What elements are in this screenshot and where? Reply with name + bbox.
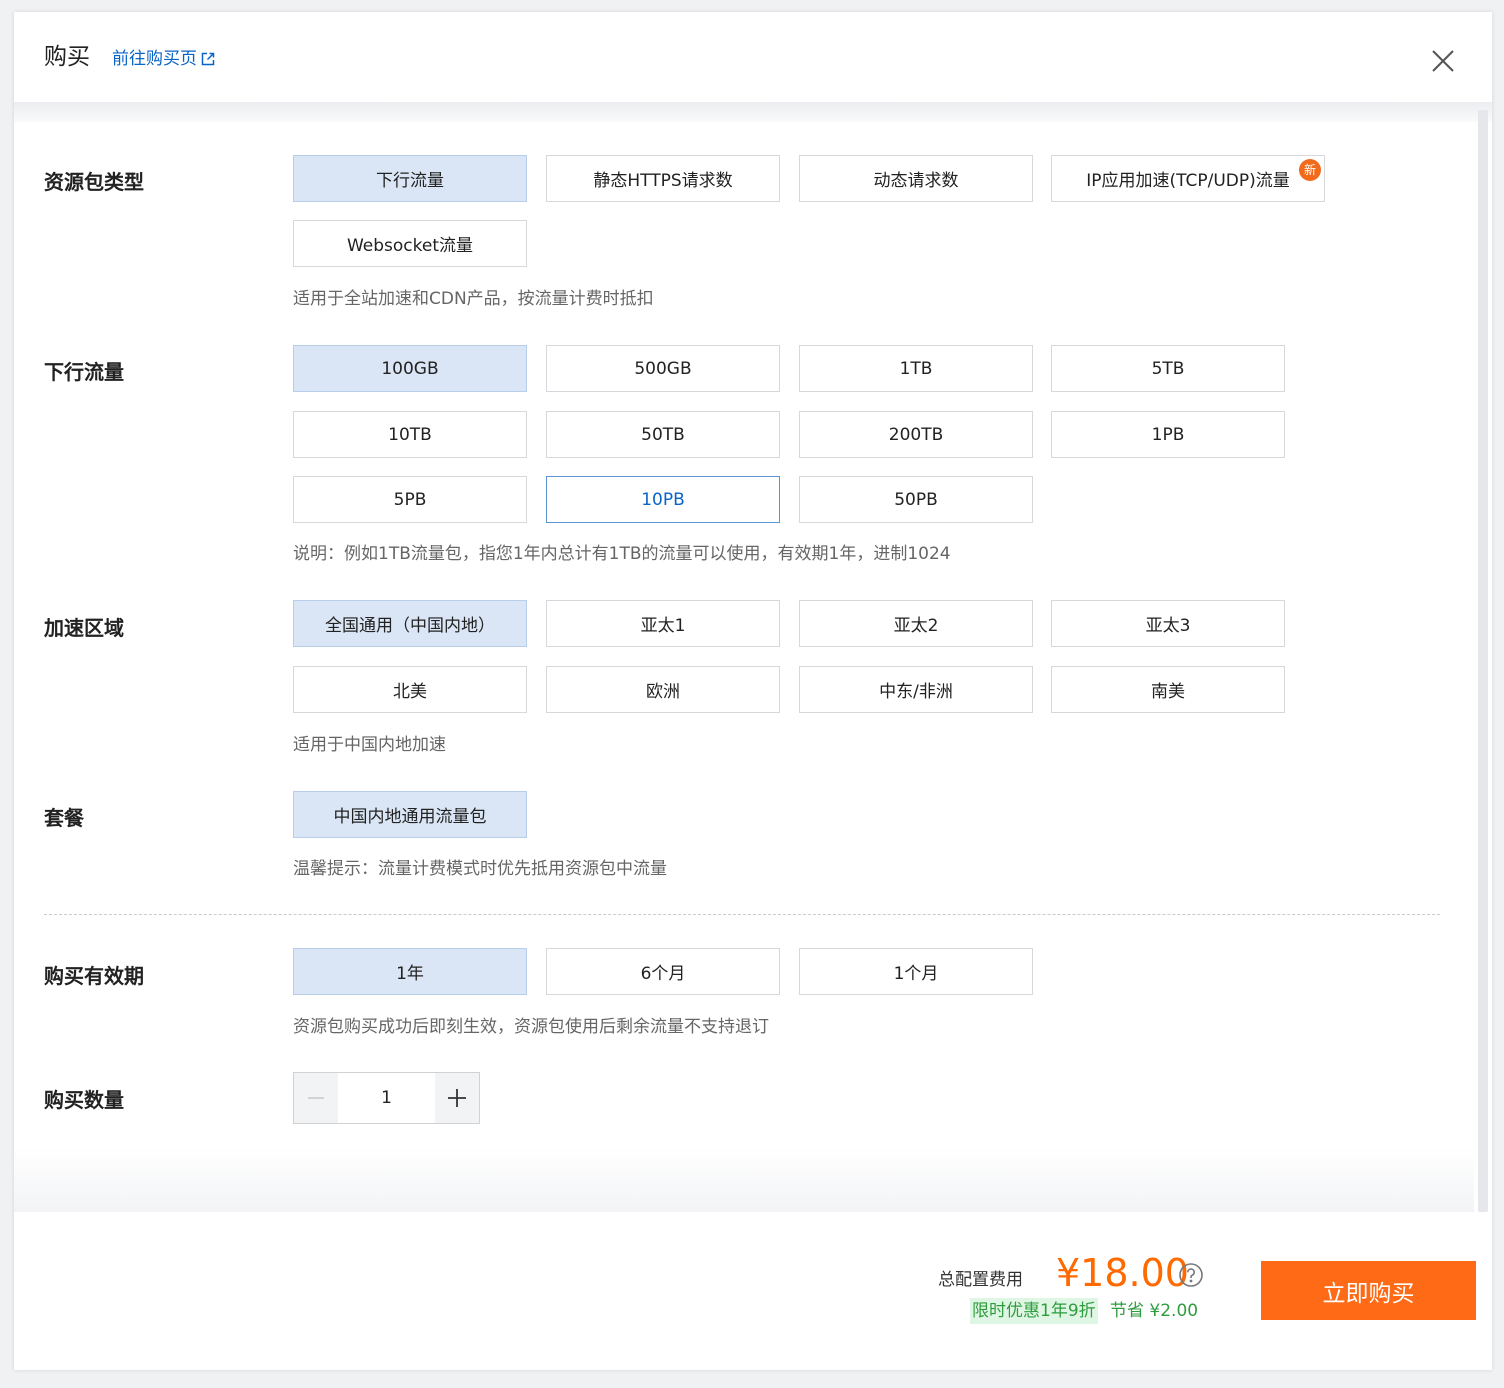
option-traffic-1tb[interactable]: 1TB bbox=[799, 345, 1033, 392]
resource-type-label: 资源包类型 bbox=[44, 170, 144, 194]
package-hint: 温馨提示：流量计费模式时优先抵用资源包中流量 bbox=[293, 859, 667, 879]
option-label: 欧洲 bbox=[646, 682, 680, 702]
option-traffic-200tb[interactable]: 200TB bbox=[799, 411, 1033, 458]
option-region-apac1[interactable]: 亚太1 bbox=[546, 600, 780, 647]
option-duration-1-month[interactable]: 1个月 bbox=[799, 948, 1033, 995]
total-fee-label: 总配置费用 bbox=[938, 1270, 1023, 1290]
option-label: 5TB bbox=[1151, 358, 1185, 379]
option-label: 中国内地通用流量包 bbox=[333, 807, 487, 827]
content-scrollbar[interactable] bbox=[1478, 110, 1488, 1212]
option-label: 下行流量 bbox=[376, 171, 444, 191]
option-resource-dynamic-requests[interactable]: 动态请求数 bbox=[799, 155, 1033, 202]
option-label: 北美 bbox=[393, 682, 427, 702]
option-package-mainland-traffic[interactable]: 中国内地通用流量包 bbox=[293, 791, 527, 838]
dialog-footer: 总配置费用 ¥18.00 限时优惠1年9折 节省 ¥2.00 立即购买 bbox=[14, 1212, 1492, 1370]
option-region-middle-east-africa[interactable]: 中东/非洲 bbox=[799, 666, 1033, 713]
option-traffic-1pb[interactable]: 1PB bbox=[1051, 411, 1285, 458]
option-resource-websocket[interactable]: Websocket流量 bbox=[293, 220, 527, 267]
option-region-apac3[interactable]: 亚太3 bbox=[1051, 600, 1285, 647]
option-traffic-500gb[interactable]: 500GB bbox=[546, 345, 780, 392]
option-label: 200TB bbox=[888, 424, 944, 445]
total-price: ¥18.00 bbox=[1056, 1251, 1189, 1295]
option-traffic-10pb[interactable]: 10PB bbox=[546, 476, 780, 523]
option-traffic-50tb[interactable]: 50TB bbox=[546, 411, 780, 458]
package-label: 套餐 bbox=[44, 806, 84, 830]
option-label: 100GB bbox=[381, 358, 439, 379]
dialog-title: 购买 bbox=[44, 44, 90, 70]
header-divider bbox=[14, 102, 1492, 122]
option-label: 10PB bbox=[641, 489, 685, 510]
option-label: 1TB bbox=[899, 358, 933, 379]
buy-now-button[interactable]: 立即购买 bbox=[1261, 1261, 1476, 1320]
option-label: 6个月 bbox=[640, 964, 686, 984]
purchase-dialog: 购买 前往购买页 资源包类型 下行流量 静态HTTPS请求数 动态请求数 IP应… bbox=[14, 12, 1492, 1370]
question-icon[interactable] bbox=[1178, 1262, 1204, 1292]
region-label: 加速区域 bbox=[44, 616, 124, 640]
option-label: 1年 bbox=[396, 964, 424, 984]
option-label: 5PB bbox=[393, 489, 427, 510]
option-label: 500GB bbox=[634, 358, 692, 379]
option-resource-https-requests[interactable]: 静态HTTPS请求数 bbox=[546, 155, 780, 202]
option-label: 50TB bbox=[641, 424, 685, 445]
duration-label: 购买有效期 bbox=[44, 964, 144, 988]
close-icon[interactable] bbox=[1430, 48, 1456, 74]
option-traffic-5tb[interactable]: 5TB bbox=[1051, 345, 1285, 392]
traffic-label: 下行流量 bbox=[44, 360, 124, 384]
option-region-mainland[interactable]: 全国通用（中国内地） bbox=[293, 600, 527, 647]
option-label: IP应用加速(TCP/UDP)流量 bbox=[1086, 171, 1290, 191]
quantity-label: 购买数量 bbox=[44, 1088, 124, 1112]
option-traffic-50pb[interactable]: 50PB bbox=[799, 476, 1033, 523]
option-label: 亚太3 bbox=[1145, 616, 1191, 636]
minus-icon[interactable] bbox=[294, 1073, 338, 1123]
option-region-south-america[interactable]: 南美 bbox=[1051, 666, 1285, 713]
option-traffic-5pb[interactable]: 5PB bbox=[293, 476, 527, 523]
goto-purchase-page-label: 前往购买页 bbox=[112, 49, 197, 69]
option-region-europe[interactable]: 欧洲 bbox=[546, 666, 780, 713]
resource-type-hint: 适用于全站加速和CDN产品，按流量计费时抵扣 bbox=[293, 289, 654, 309]
option-duration-1-year[interactable]: 1年 bbox=[293, 948, 527, 995]
option-label: 1PB bbox=[1151, 424, 1185, 445]
goto-purchase-page-link[interactable]: 前往购买页 bbox=[112, 47, 216, 71]
dialog-header: 购买 前往购买页 bbox=[14, 12, 1492, 102]
option-resource-ip-acceleration[interactable]: IP应用加速(TCP/UDP)流量 新 bbox=[1051, 155, 1325, 202]
quantity-input[interactable] bbox=[338, 1073, 435, 1123]
region-hint: 适用于中国内地加速 bbox=[293, 735, 446, 755]
option-resource-downlink[interactable]: 下行流量 bbox=[293, 155, 527, 202]
promo-badge: 限时优惠1年9折 bbox=[970, 1298, 1098, 1324]
option-duration-6-months[interactable]: 6个月 bbox=[546, 948, 780, 995]
option-traffic-10tb[interactable]: 10TB bbox=[293, 411, 527, 458]
quantity-stepper bbox=[293, 1072, 480, 1124]
option-label: 静态HTTPS请求数 bbox=[593, 171, 733, 191]
option-region-north-america[interactable]: 北美 bbox=[293, 666, 527, 713]
external-link-icon bbox=[200, 51, 216, 67]
option-region-apac2[interactable]: 亚太2 bbox=[799, 600, 1033, 647]
traffic-hint: 说明：例如1TB流量包，指您1年内总计有1TB的流量可以使用，有效期1年，进制1… bbox=[293, 544, 951, 564]
plus-icon[interactable] bbox=[435, 1073, 479, 1123]
dialog-content: 资源包类型 下行流量 静态HTTPS请求数 动态请求数 IP应用加速(TCP/U… bbox=[14, 122, 1474, 1212]
option-label: Websocket流量 bbox=[346, 236, 474, 256]
new-badge: 新 bbox=[1299, 159, 1321, 181]
savings-text: 节省 ¥2.00 bbox=[1110, 1301, 1199, 1321]
option-label: 亚太1 bbox=[640, 616, 686, 636]
option-label: 50PB bbox=[894, 489, 938, 510]
option-label: 南美 bbox=[1151, 682, 1185, 702]
option-label: 1个月 bbox=[893, 964, 939, 984]
duration-hint: 资源包购买成功后即刻生效，资源包使用后剩余流量不支持退订 bbox=[293, 1017, 769, 1037]
option-traffic-100gb[interactable]: 100GB bbox=[293, 345, 527, 392]
section-divider bbox=[44, 914, 1440, 915]
option-label: 动态请求数 bbox=[873, 171, 959, 191]
option-label: 10TB bbox=[388, 424, 432, 445]
option-label: 亚太2 bbox=[893, 616, 939, 636]
option-label: 中东/非洲 bbox=[879, 682, 953, 702]
option-label: 全国通用（中国内地） bbox=[325, 616, 495, 636]
